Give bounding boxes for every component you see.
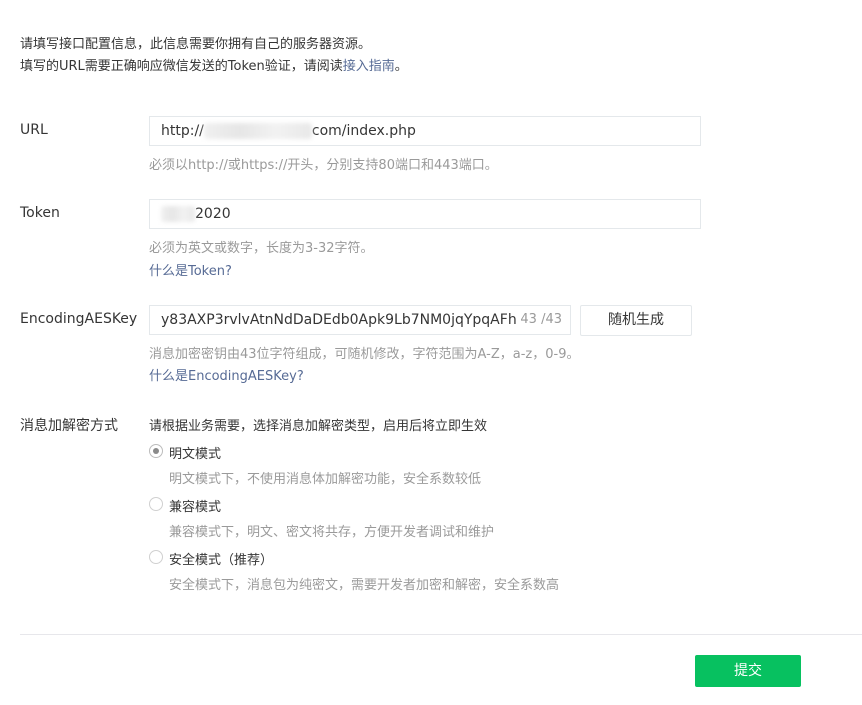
server-config-page: 请填写接口配置信息，此信息需要你拥有自己的服务器资源。 填写的URL需要正确响应…	[0, 0, 862, 705]
random-generate-button[interactable]: 随机生成	[580, 305, 692, 336]
radio-secure-mode[interactable]	[149, 550, 163, 564]
url-value-suffix: com/index.php	[311, 123, 416, 139]
encryption-label: 消息加解密方式	[20, 418, 118, 434]
intro-line-2: 填写的URL需要正确响应微信发送的Token验证，请阅读接入指南。	[20, 56, 408, 78]
token-input[interactable]: 2020	[149, 199, 701, 229]
url-input[interactable]: http:// com/index.php	[149, 116, 701, 146]
token-hint: 必须为英文或数字，长度为3-32字符。	[149, 241, 374, 256]
url-value-prefix: http://	[161, 123, 204, 139]
url-label: URL	[20, 122, 48, 138]
plaintext-mode-desc: 明文模式下，不使用消息体加解密功能，安全系数较低	[169, 472, 482, 487]
plaintext-mode-label[interactable]: 明文模式	[169, 443, 221, 462]
intro-line-2-suffix: 。	[394, 59, 408, 74]
radio-compatible-mode[interactable]	[149, 497, 163, 511]
compatible-mode-desc: 兼容模式下，明文、密文将共存，方便开发者调试和维护	[169, 525, 495, 540]
aes-key-input[interactable]: y83AXP3rvlvAtnNdDaDEdb0Apk9Lb7NM0jqYpqAF…	[149, 305, 571, 335]
what-is-token-link[interactable]: 什么是Token?	[149, 260, 232, 279]
token-redacted	[161, 206, 195, 222]
submit-button[interactable]: 提交	[695, 655, 801, 687]
intro-line-1: 请填写接口配置信息，此信息需要你拥有自己的服务器资源。	[20, 37, 372, 52]
access-guide-link[interactable]: 接入指南	[343, 59, 395, 74]
intro-line-2-prefix: 填写的URL需要正确响应微信发送的Token验证，请阅读	[20, 59, 343, 74]
secure-mode-label[interactable]: 安全模式（推荐）	[169, 549, 273, 568]
url-hint: 必须以http://或https://开头，分别支持80端口和443端口。	[149, 158, 498, 173]
what-is-aes-link[interactable]: 什么是EncodingAESKey?	[149, 365, 304, 384]
secure-mode-desc: 安全模式下，消息包为纯密文，需要开发者加密和解密，安全系数高	[169, 578, 560, 593]
url-redacted	[203, 123, 312, 139]
token-label: Token	[20, 205, 60, 221]
aes-key-counter: 43 /43	[516, 306, 562, 334]
radio-plaintext-mode[interactable]	[149, 444, 163, 458]
compatible-mode-label[interactable]: 兼容模式	[169, 496, 221, 515]
token-value-suffix: 2020	[195, 206, 231, 222]
aes-hint: 消息加密密钥由43位字符组成，可随机修改，字符范围为A-Z，a-z，0-9。	[149, 347, 580, 362]
intro-text: 请填写接口配置信息，此信息需要你拥有自己的服务器资源。 填写的URL需要正确响应…	[20, 34, 408, 78]
footer-divider	[20, 634, 862, 635]
encryption-description: 请根据业务需要，选择消息加解密类型，启用后将立即生效	[149, 419, 488, 434]
aes-label: EncodingAESKey	[20, 311, 138, 327]
aes-key-value: y83AXP3rvlvAtnNdDaDEdb0Apk9Lb7NM0jqYpqAF…	[161, 312, 528, 328]
